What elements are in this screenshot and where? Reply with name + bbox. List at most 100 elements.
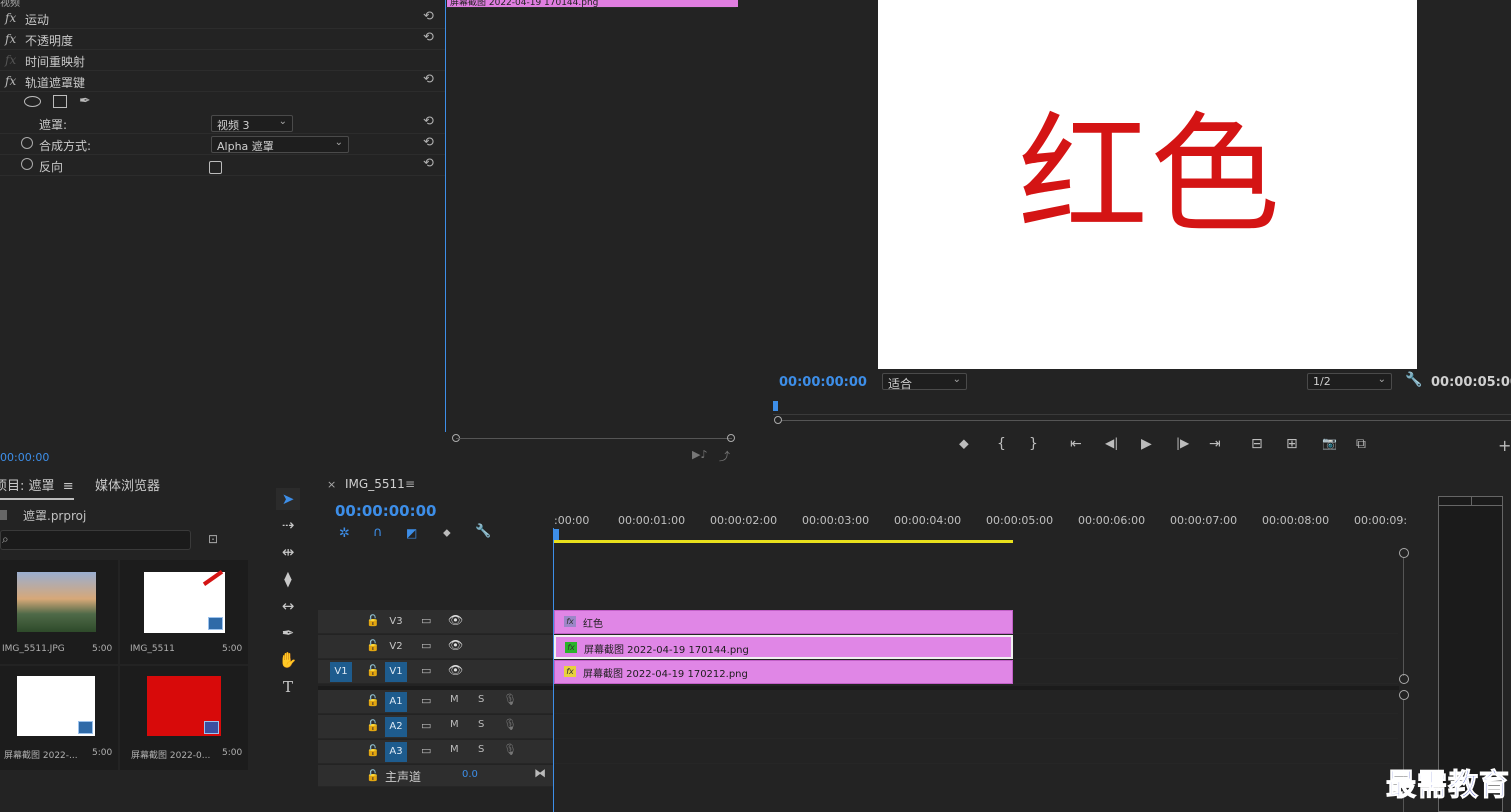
marker-button[interactable]: ⬥ <box>959 436 969 452</box>
extract-button[interactable]: ⊞ <box>1286 436 1298 452</box>
eye-icon[interactable]: 👁 <box>448 613 463 627</box>
track-target-v2[interactable]: V2 <box>385 637 407 657</box>
tab-project[interactable]: 项目: 遮罩 ≡ <box>0 475 74 500</box>
slip-tool-icon[interactable]: ↔ <box>276 595 300 617</box>
track-row-a2[interactable] <box>554 715 1398 739</box>
fx-icon[interactable]: fx <box>5 32 16 46</box>
track-row-a3[interactable] <box>554 740 1398 764</box>
reset-icon[interactable]: ⟲ <box>423 9 434 24</box>
hand-tool-icon[interactable]: ✋ <box>276 649 300 671</box>
track-row-a1[interactable] <box>554 690 1398 714</box>
microphone-icon[interactable]: 🎙 <box>503 718 517 731</box>
solo-button[interactable]: S <box>478 694 484 705</box>
playhead-marker[interactable] <box>773 401 778 411</box>
microphone-icon[interactable]: 🎙 <box>503 743 517 756</box>
find-icon[interactable]: ⊡ <box>208 532 218 546</box>
rectangle-mask-icon[interactable] <box>53 95 67 108</box>
wrench-icon[interactable]: 🔧 <box>1405 372 1422 388</box>
snap-icon[interactable]: ∩ <box>373 525 383 540</box>
settings-wrench-icon[interactable]: 🔧 <box>475 524 491 539</box>
clip-v2[interactable]: fx 屏幕截图 2022-04-19 170144.png <box>554 635 1013 659</box>
solo-button[interactable]: S <box>478 719 484 730</box>
eye-icon[interactable]: 👁 <box>448 663 463 677</box>
scroll-handle[interactable] <box>1399 690 1409 700</box>
track-target-a3[interactable]: A3 <box>385 742 407 762</box>
program-ruler[interactable] <box>773 401 1511 415</box>
tab-media-browser[interactable]: 媒体浏览器 <box>95 475 160 494</box>
eye-icon[interactable]: 👁 <box>448 638 463 652</box>
track-target-a2[interactable]: A2 <box>385 717 407 737</box>
track-target-v3[interactable]: V3 <box>385 612 407 632</box>
program-timecode-current[interactable]: 00:00:00:00 <box>779 375 867 390</box>
timeline-playhead[interactable] <box>553 528 554 812</box>
project-item[interactable]: IMG_5511 5:00 <box>120 560 248 664</box>
razor-tool-icon[interactable]: ⧫ <box>276 568 300 590</box>
effect-row-motion[interactable]: fx 运动 ⟲ <box>0 8 445 29</box>
sync-icon[interactable]: ▭ <box>421 664 431 677</box>
step-forward-button[interactable]: |▶ <box>1176 436 1189 450</box>
master-volume[interactable]: 0.0 <box>462 769 478 780</box>
reset-icon[interactable]: ⟲ <box>423 30 434 45</box>
reset-icon[interactable]: ⟲ <box>423 135 434 150</box>
compare-button[interactable]: ⧉ <box>1356 436 1366 452</box>
play-button[interactable]: ▶ <box>1141 436 1152 452</box>
zoom-handle[interactable] <box>774 416 782 424</box>
add-button[interactable]: + <box>1498 436 1511 455</box>
ec-playhead[interactable] <box>445 0 446 432</box>
sync-icon[interactable]: ▭ <box>421 614 431 627</box>
lock-icon[interactable]: 🔓 <box>366 769 380 782</box>
lock-icon[interactable]: 🔓 <box>366 719 380 732</box>
project-item[interactable]: 屏幕截图 2022-0... 5:00 <box>120 666 248 770</box>
close-icon[interactable]: × <box>327 478 336 491</box>
lock-icon[interactable]: 🔓 <box>366 664 380 677</box>
microphone-icon[interactable]: 🎙 <box>503 693 517 706</box>
reset-icon[interactable]: ⟲ <box>423 114 434 129</box>
track-select-tool-icon[interactable]: ⇢ <box>276 514 300 536</box>
add-marker-icon[interactable]: ⬥ <box>443 526 451 540</box>
linked-selection-icon[interactable]: ◩ <box>406 526 417 540</box>
reset-icon[interactable]: ⟲ <box>423 72 434 87</box>
effect-row-time-remap[interactable]: fx 时间重映射 <box>0 50 445 71</box>
nest-icon[interactable]: ✲ <box>339 526 350 541</box>
ripple-edit-tool-icon[interactable]: ⇹ <box>276 541 300 563</box>
menu-icon[interactable]: ≡ <box>405 477 415 491</box>
selection-tool-icon[interactable]: ➤ <box>276 488 300 510</box>
sync-icon[interactable]: ▭ <box>421 719 431 732</box>
lift-button[interactable]: ⊟ <box>1251 436 1263 452</box>
lock-icon[interactable]: 🔓 <box>366 744 380 757</box>
lock-icon[interactable]: 🔓 <box>366 694 380 707</box>
fit-select[interactable]: 适合 ⌄ <box>882 373 967 391</box>
sync-icon[interactable]: ▭ <box>421 744 431 757</box>
mark-in-button[interactable]: { <box>997 436 1006 452</box>
work-area-bar[interactable] <box>554 540 1013 543</box>
fx-icon[interactable]: fx <box>5 11 16 25</box>
ellipse-mask-icon[interactable] <box>24 96 41 107</box>
mute-button[interactable]: M <box>450 719 459 730</box>
tab-sequence[interactable]: IMG_5511 <box>345 477 405 491</box>
effect-row-opacity[interactable]: fx 不透明度 ⟲ <box>0 29 445 50</box>
reset-icon[interactable]: ⟲ <box>423 156 434 171</box>
menu-icon[interactable]: ≡ <box>59 479 74 494</box>
export-icon[interactable]: ⤴ <box>719 448 730 464</box>
play-audio-icon[interactable]: ▶♪ <box>692 448 707 461</box>
go-to-end-icon[interactable]: ⧓ <box>534 766 546 780</box>
type-tool-icon[interactable]: T <box>276 676 300 698</box>
camera-icon[interactable]: 📷 <box>1322 436 1337 450</box>
clip-v1[interactable]: fx 屏幕截图 2022-04-19 170212.png <box>554 660 1013 684</box>
project-search-input[interactable]: ⌕ <box>0 530 191 550</box>
source-patch-v1[interactable]: V1 <box>330 662 352 682</box>
lock-icon[interactable]: 🔓 <box>366 639 380 652</box>
scroll-handle[interactable] <box>1399 674 1409 684</box>
project-item[interactable]: IMG_5511.JPG 5:00 <box>0 560 118 664</box>
step-back-button[interactable]: ◀| <box>1105 436 1118 450</box>
scroll-handle[interactable] <box>1399 548 1409 558</box>
resolution-select[interactable]: 1/2 ⌄ <box>1307 373 1392 390</box>
mask-select[interactable]: 视频 3 ⌄ <box>211 115 293 132</box>
ec-scrollbar[interactable] <box>452 432 735 446</box>
sync-icon[interactable]: ▭ <box>421 639 431 652</box>
mute-button[interactable]: M <box>450 694 459 705</box>
solo-button[interactable]: S <box>478 744 484 755</box>
composite-select[interactable]: Alpha 遮罩 ⌄ <box>211 136 349 153</box>
lock-icon[interactable]: 🔓 <box>366 614 380 627</box>
mute-button[interactable]: M <box>450 744 459 755</box>
